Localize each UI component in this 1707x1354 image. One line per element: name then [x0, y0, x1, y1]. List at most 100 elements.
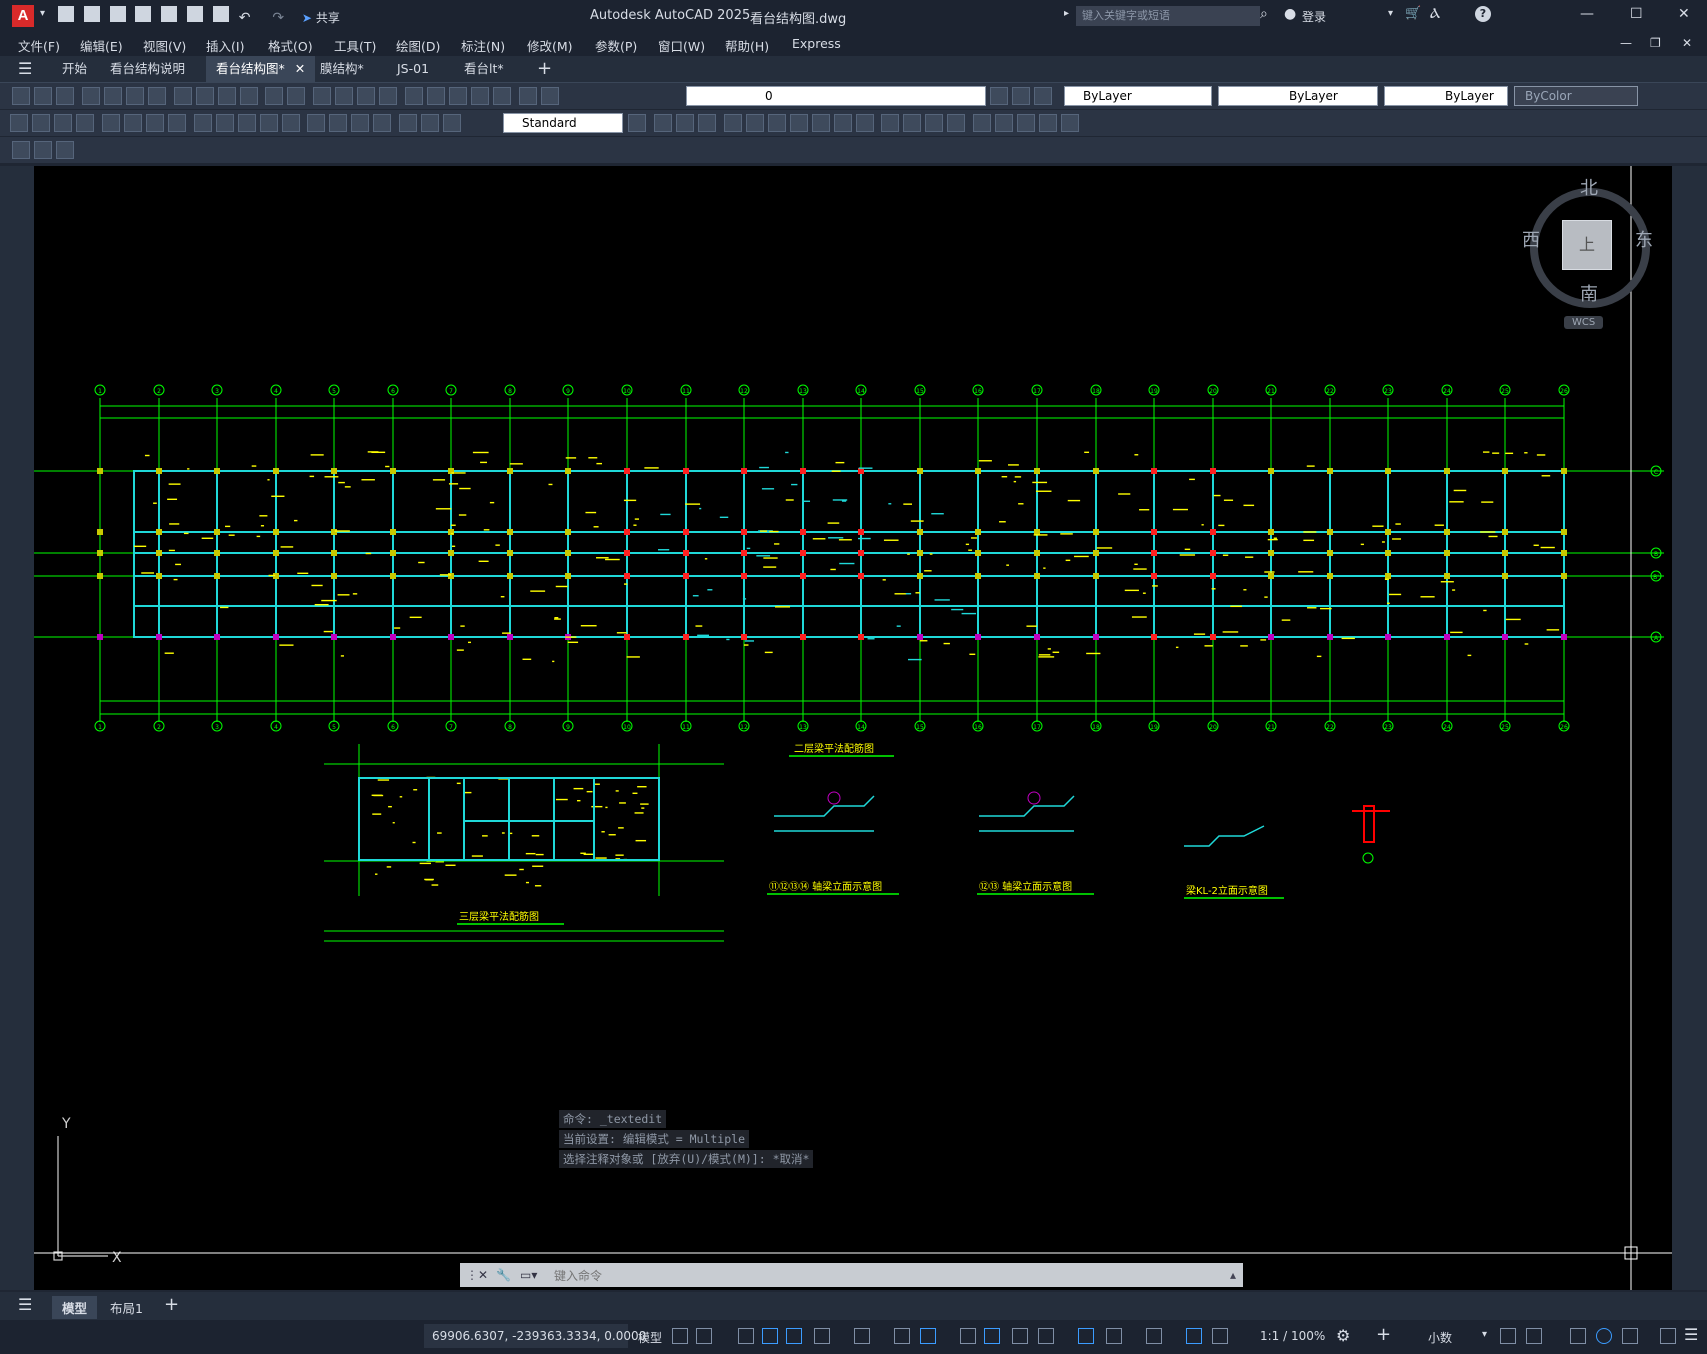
help-icon[interactable]: [518, 87, 537, 105]
tab-stand-lt[interactable]: 看台lt*: [454, 56, 514, 82]
sheet-set-icon[interactable]: [471, 87, 490, 105]
search-icon[interactable]: ⌕: [1260, 6, 1268, 22]
ortho-icon[interactable]: [786, 1328, 802, 1344]
save-web-icon[interactable]: [187, 6, 204, 22]
extrude-faces-icon[interactable]: [723, 114, 742, 132]
preview-icon[interactable]: [103, 87, 122, 105]
units-select[interactable]: 小数: [1428, 1329, 1452, 1346]
isolate-icon[interactable]: [1570, 1328, 1586, 1344]
rotate-faces-icon[interactable]: [811, 114, 830, 132]
compass-west[interactable]: 西: [1522, 226, 1540, 252]
menu-draw[interactable]: 绘图(D): [396, 36, 440, 55]
pan-icon[interactable]: [313, 87, 332, 105]
redo-icon[interactable]: [287, 87, 306, 105]
grid-icon[interactable]: [672, 1328, 688, 1344]
user-icon[interactable]: ●: [1284, 6, 1296, 22]
redo-icon[interactable]: ↷: [272, 10, 284, 26]
union-icon[interactable]: [653, 114, 672, 132]
publish-icon[interactable]: [125, 87, 144, 105]
dim-update-icon[interactable]: [443, 114, 462, 132]
compass-east[interactable]: 东: [1635, 226, 1653, 252]
design-center-icon[interactable]: [427, 87, 446, 105]
close-button[interactable]: ✕: [1678, 6, 1690, 22]
menu-insert[interactable]: 插入(I): [206, 36, 244, 55]
properties-icon[interactable]: [405, 87, 424, 105]
maximize-button[interactable]: ☐: [1630, 6, 1643, 22]
quick-properties-icon[interactable]: [1500, 1328, 1516, 1344]
customize-icon[interactable]: 🔧: [496, 1263, 511, 1287]
share-button[interactable]: 共享: [316, 11, 340, 25]
compass-south[interactable]: 南: [1580, 280, 1598, 306]
menu-parametric[interactable]: 参数(P): [595, 36, 637, 55]
cut-icon[interactable]: [173, 87, 192, 105]
layer-make-current-icon[interactable]: [990, 87, 1008, 105]
selection-filter-icon[interactable]: [1106, 1328, 1122, 1344]
jogged-linear-icon[interactable]: [373, 114, 392, 132]
hamburger-menu-icon[interactable]: ☰: [18, 1295, 32, 1314]
save-as-icon[interactable]: [135, 6, 152, 22]
dynamic-ucs-icon[interactable]: [1078, 1328, 1094, 1344]
login-button[interactable]: 登录: [1302, 8, 1326, 25]
dim-text-edit-icon[interactable]: [421, 114, 440, 132]
linetype-select[interactable]: ByLayer: [1218, 86, 1378, 106]
model-space-button[interactable]: 模型: [638, 1329, 662, 1346]
workspace-icon[interactable]: [1526, 1328, 1542, 1344]
menu-help[interactable]: 帮助(H): [725, 36, 769, 55]
subtract-icon[interactable]: [675, 114, 694, 132]
gizmo-icon[interactable]: [1146, 1328, 1162, 1344]
layer-previous-icon[interactable]: [1012, 87, 1030, 105]
lineweight-icon[interactable]: [960, 1328, 976, 1344]
offset-faces-icon[interactable]: [767, 114, 786, 132]
chevron-down-icon[interactable]: ▾: [1388, 8, 1393, 19]
chevron-down-icon[interactable]: ▾: [40, 8, 45, 19]
quick-dim-icon[interactable]: [193, 114, 212, 132]
polar-icon[interactable]: [814, 1328, 830, 1344]
recent-commands-icon[interactable]: ▭▾: [520, 1263, 537, 1287]
diameter-icon[interactable]: [145, 114, 164, 132]
imprint-icon[interactable]: [903, 114, 922, 132]
calculator-icon[interactable]: [493, 87, 512, 105]
check-icon[interactable]: [995, 114, 1014, 132]
arc-length-icon[interactable]: [54, 114, 72, 132]
menu-view[interactable]: 视图(V): [143, 36, 186, 55]
menu-modify[interactable]: 修改(M): [527, 36, 573, 55]
osnap-icon[interactable]: [920, 1328, 936, 1344]
edit-block-icon[interactable]: [12, 141, 30, 159]
autodesk-icon[interactable]: Ⲁ: [1430, 6, 1440, 22]
move-faces-icon[interactable]: [745, 114, 764, 132]
plot-icon[interactable]: [147, 87, 166, 105]
menu-dimension[interactable]: 标注(N): [461, 36, 505, 55]
separate-icon[interactable]: [947, 114, 966, 132]
menu-tools[interactable]: 工具(T): [334, 36, 376, 55]
plotstyle-select[interactable]: ByColor: [1514, 86, 1638, 106]
snap-icon[interactable]: [696, 1328, 712, 1344]
customize-menu-icon[interactable]: ☰: [1684, 1325, 1698, 1344]
zoom-realtime-icon[interactable]: [335, 87, 354, 105]
fullscreen-icon[interactable]: [1660, 1328, 1676, 1344]
3d-osnap-icon[interactable]: [1038, 1328, 1054, 1344]
tab-structure-notes[interactable]: 看台结构说明: [100, 56, 195, 82]
chevron-up-icon[interactable]: ▴: [1230, 1263, 1236, 1287]
intersect-icon[interactable]: [697, 114, 716, 132]
tab-start[interactable]: 开始: [52, 56, 97, 82]
linear-dim-icon[interactable]: [10, 114, 28, 132]
tool-palettes-icon[interactable]: [449, 87, 468, 105]
undo-icon[interactable]: ↶: [239, 10, 251, 26]
angular-icon[interactable]: [167, 114, 186, 132]
tab-model[interactable]: 模型: [52, 1296, 98, 1319]
save-block-icon[interactable]: [34, 141, 52, 159]
dim-space-icon[interactable]: [259, 114, 278, 132]
open-web-icon[interactable]: [161, 6, 178, 22]
plus-icon[interactable]: +: [1376, 1324, 1391, 1345]
open-icon[interactable]: [34, 87, 52, 105]
menu-window[interactable]: 窗口(W): [658, 36, 705, 55]
color-select[interactable]: ByLayer: [1064, 86, 1212, 106]
interfere-icon[interactable]: [1061, 114, 1080, 132]
delete-faces-icon[interactable]: [789, 114, 808, 132]
save-icon[interactable]: [56, 87, 74, 105]
new-tab-icon[interactable]: +: [537, 58, 552, 79]
help-icon[interactable]: ?: [1475, 6, 1491, 22]
zoom-previous-icon[interactable]: [379, 87, 398, 105]
ordinate-icon[interactable]: [76, 114, 94, 132]
paste-icon[interactable]: [217, 87, 236, 105]
